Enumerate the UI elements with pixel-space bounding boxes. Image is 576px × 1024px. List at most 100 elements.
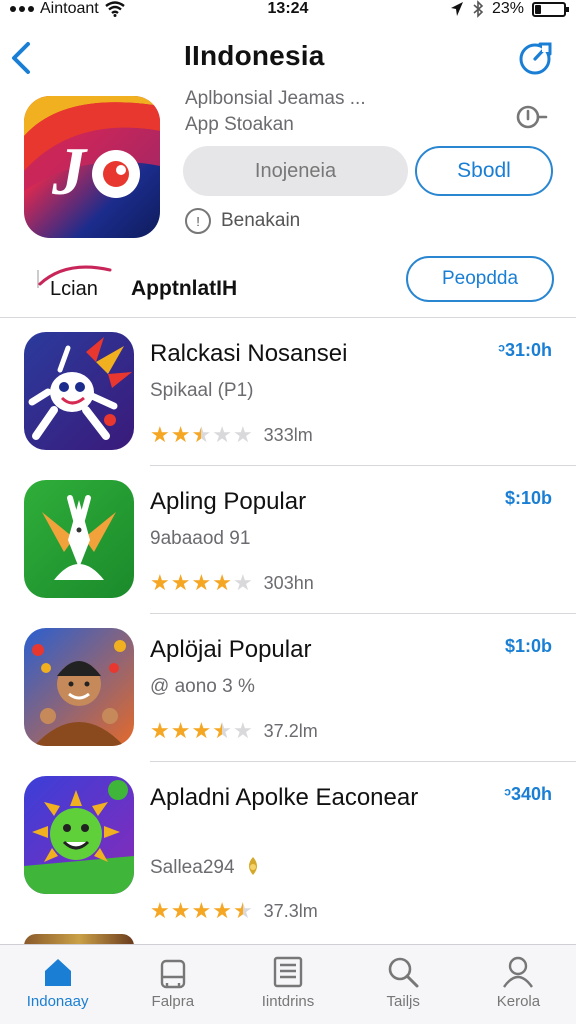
peopdda-button[interactable]: Peopdda: [406, 256, 554, 302]
star-rating: ★ ★ ★ ★ ★ 303hn: [150, 570, 314, 596]
home-icon: [44, 959, 71, 986]
app-subtitle-line1: Aplbonsial Jeamas ...: [185, 88, 366, 109]
star-icon: ★: [150, 570, 170, 595]
fox-icon: [42, 495, 116, 580]
app-subtitle: Spikaal (P1): [150, 380, 254, 401]
star-icon: ★: [191, 718, 212, 743]
star-icon: ★: [191, 898, 212, 923]
chevron-left-icon: [12, 42, 30, 74]
app-icon-2: [24, 480, 134, 598]
get-button[interactable]: Inojeneia: [183, 146, 408, 196]
star-icon: ★: [150, 718, 170, 743]
star-icon: ★: [212, 898, 232, 923]
star-icon: ★: [170, 570, 191, 595]
app-icon: J: [24, 96, 160, 238]
list-item[interactable]: Ralckasi Nosansei Spikaal (P1) ★ ★ ★ ★ ★…: [0, 318, 576, 466]
tab-kerola[interactable]: Kerola: [461, 945, 576, 1024]
list-item[interactable]: Apladni Apolke Eaconear Sallea294 ★ ★ ★ …: [0, 762, 576, 940]
list-item[interactable]: Apling Popular 9abaaod 91 ★ ★ ★ ★ ★ 303h…: [0, 466, 576, 614]
price-button[interactable]: ᵓ31:0h: [498, 340, 552, 361]
star-icon: ★: [232, 422, 253, 447]
star-icon: ★: [191, 570, 212, 595]
tab-label: Kerola: [496, 993, 541, 1010]
tab-iintdrins[interactable]: Iintdrins: [230, 945, 345, 1024]
app-subtitle: @ aono 3 %: [150, 676, 255, 697]
rating-count: 303hn: [263, 572, 314, 593]
star-icon: ★: [170, 422, 191, 447]
app-subtitle-text: Sallea294: [150, 857, 235, 878]
info-row: ! Benakain: [185, 208, 300, 234]
star-icon: ★: [232, 898, 253, 923]
app-name: Apling Popular: [150, 488, 307, 515]
star-icon: ★: [212, 570, 232, 595]
segment-tabs: Lcian ApptnlatIH Peopdda: [0, 252, 576, 318]
svg-text:J: J: [51, 133, 88, 209]
app-icon-3: [24, 628, 134, 746]
price-button[interactable]: $1:0b: [505, 636, 552, 657]
list-icon: [273, 956, 303, 988]
app-subtitle: 9abaaod 91: [150, 528, 251, 549]
list-item[interactable]: Aplöjai Popular @ aono 3 % ★ ★ ★ ★ ★ 37.…: [0, 614, 576, 762]
mascot-icon: [28, 337, 132, 440]
rating-count: 37.3lm: [263, 900, 318, 921]
price-button[interactable]: $:10b: [505, 488, 552, 509]
action-button[interactable]: Sbodl: [415, 146, 553, 196]
star-rating: ★ ★ ★ ★ ★ 37.3lm: [150, 898, 318, 924]
info-icon: !: [185, 208, 211, 234]
price-button[interactable]: ᵓ340h: [504, 784, 552, 805]
star-icon: ★: [232, 570, 253, 595]
app-logo-icon: J: [24, 96, 160, 209]
battery-percent: 23%: [491, 0, 524, 17]
star-icon: ★: [191, 422, 212, 447]
tab-label: Tailjs: [386, 993, 420, 1010]
person-icon: [503, 956, 534, 988]
tab-falpra[interactable]: Falpra: [115, 945, 230, 1024]
page-title: IIndonesia: [184, 40, 325, 71]
person-photo-icon: [32, 640, 126, 746]
rating-count: 333lm: [263, 424, 313, 445]
tab-indonaay[interactable]: Indonaay: [0, 945, 115, 1024]
star-icon: ★: [232, 718, 253, 743]
tab-label: Iintdrins: [261, 993, 315, 1010]
share-button[interactable]: [518, 40, 554, 76]
bottom-tab-bar: Indonaay Falpra Iintdrins Tailjs Kerola: [0, 944, 576, 1024]
tab-tailjs[interactable]: Tailjs: [346, 945, 461, 1024]
battery-icon: [532, 1, 569, 17]
search-icon: [388, 957, 419, 988]
tab-label: Indonaay: [26, 993, 89, 1010]
star-rating: ★ ★ ★ ★ ★ 333lm: [150, 422, 313, 448]
rating-count: 37.2lm: [263, 720, 318, 741]
back-button[interactable]: [8, 38, 38, 78]
app-name: Apladni Apolke Eaconear: [150, 784, 419, 811]
status-right: 23%: [450, 0, 569, 18]
app-subtitle-line2: App Stoakan: [185, 114, 294, 135]
share-icon: [519, 42, 552, 75]
info-text: Benakain: [221, 210, 301, 231]
status-bar: Aintoant 13:24 23%: [0, 0, 576, 22]
tab-lcian[interactable]: Lcian: [28, 252, 124, 318]
star-rating: ★ ★ ★ ★ ★ 37.2lm: [150, 718, 318, 744]
more-button[interactable]: [516, 102, 548, 132]
tab-lcian-label: Lcian: [50, 278, 98, 300]
app-name: Aplöjai Popular: [150, 636, 312, 663]
app-icon-4: [24, 776, 134, 894]
bag-icon: [160, 959, 185, 989]
tab-label: Falpra: [151, 993, 195, 1010]
star-icon: ★: [170, 718, 191, 743]
more-options-icon: [516, 105, 548, 129]
sun-character-icon: [24, 780, 134, 894]
star-icon: ★: [212, 718, 232, 743]
star-icon: ★: [212, 422, 232, 447]
app-icon-1: [24, 332, 134, 450]
star-icon: ★: [170, 898, 191, 923]
star-icon: ★: [150, 422, 170, 447]
app-list: Ralckasi Nosansei Spikaal (P1) ★ ★ ★ ★ ★…: [0, 318, 576, 940]
bluetooth-icon: [473, 0, 484, 18]
app-subtitle: Aplbonsial Jeamas ... App Stoakan: [185, 86, 366, 138]
app-name: Ralckasi Nosansei: [150, 340, 348, 367]
location-icon: [450, 2, 463, 16]
tab-apptnlatih[interactable]: ApptnlatIH: [131, 277, 237, 301]
coin-icon: [248, 857, 257, 875]
app-subtitle: Sallea294: [150, 856, 262, 879]
star-icon: ★: [150, 898, 170, 923]
